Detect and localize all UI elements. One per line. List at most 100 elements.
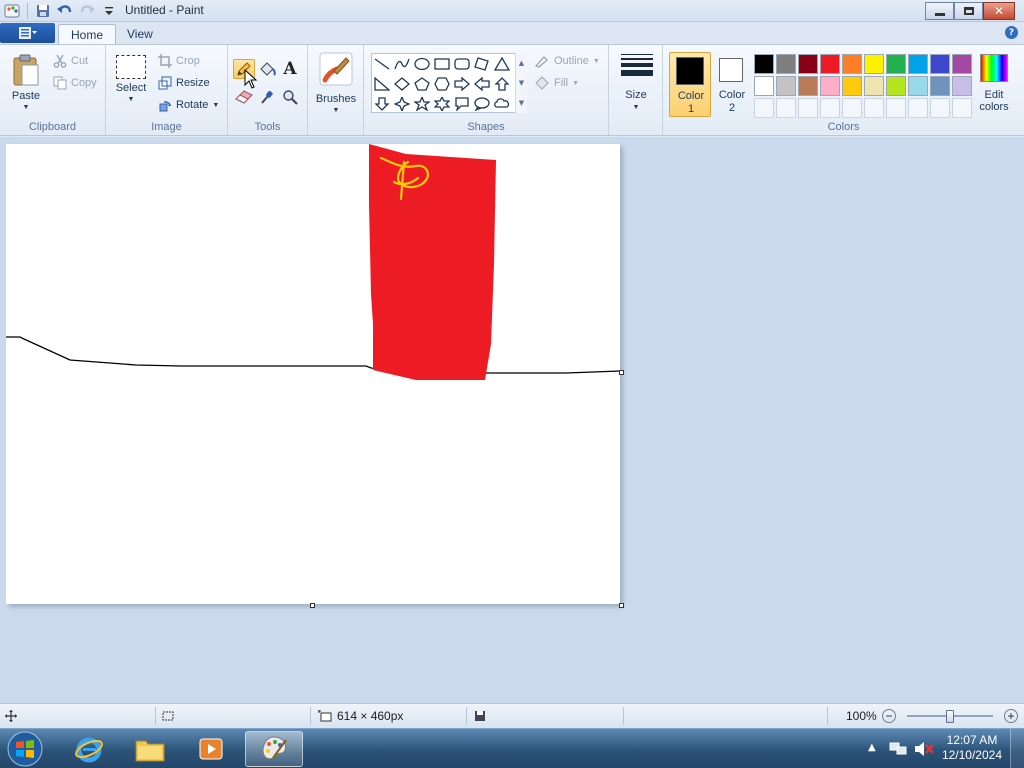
outline-button[interactable]: Outline ▼ (534, 54, 600, 68)
palette-swatch[interactable] (798, 54, 818, 74)
eraser-tool[interactable] (233, 87, 255, 107)
palette-swatch[interactable] (952, 54, 972, 74)
palette-swatch[interactable] (908, 54, 928, 74)
expand-gallery-icon[interactable]: ▼ (519, 99, 524, 107)
copy-button[interactable]: Copy (53, 76, 97, 90)
color2-button[interactable]: Color 2 (713, 52, 751, 117)
paste-button[interactable]: Paste ▼ (8, 53, 44, 114)
redo-icon[interactable] (77, 2, 97, 20)
right-triangle-shape-icon[interactable] (372, 74, 392, 93)
right-arrow-shape-icon[interactable] (452, 74, 472, 93)
custom-color-slot[interactable] (886, 98, 906, 118)
zoom-slider-thumb[interactable] (946, 710, 954, 723)
line-shape-icon[interactable] (372, 54, 392, 73)
palette-swatch[interactable] (864, 54, 884, 74)
resize-button[interactable]: Resize (158, 76, 210, 90)
oval-shape-icon[interactable] (412, 54, 432, 73)
hexagon-shape-icon[interactable] (432, 74, 452, 93)
color1-button[interactable]: Color 1 (669, 52, 711, 117)
zoom-in-button[interactable]: + (1004, 704, 1018, 728)
palette-swatch[interactable] (798, 76, 818, 96)
brushes-button[interactable]: Brushes ▼ (313, 52, 359, 117)
palette-swatch[interactable] (886, 76, 906, 96)
taskbar-internet-explorer[interactable] (60, 731, 118, 767)
canvas-resize-handle-bottom[interactable] (310, 603, 315, 608)
undo-icon[interactable] (55, 2, 75, 20)
rotate-button[interactable]: Rotate ▼ (158, 98, 219, 112)
left-arrow-shape-icon[interactable] (472, 74, 492, 93)
rectangle-shape-icon[interactable] (432, 54, 452, 73)
taskbar-media-player[interactable] (182, 731, 240, 767)
palette-swatch[interactable] (886, 54, 906, 74)
show-desktop-button[interactable] (1010, 729, 1024, 768)
edit-colors-button[interactable]: Edit colors (974, 54, 1014, 119)
cut-button[interactable]: Cut (53, 54, 88, 68)
drawing-canvas[interactable] (6, 144, 621, 604)
canvas-resize-handle-corner[interactable] (619, 603, 624, 608)
tab-home[interactable]: Home (58, 24, 117, 45)
volume-muted-icon[interactable] (914, 741, 934, 757)
paint-app-icon[interactable] (2, 2, 22, 20)
palette-swatch[interactable] (842, 54, 862, 74)
palette-swatch[interactable] (930, 54, 950, 74)
select-button[interactable]: Select ▼ (114, 55, 148, 106)
restore-button[interactable] (954, 2, 983, 20)
polygon-shape-icon[interactable] (472, 54, 492, 73)
scroll-up-icon[interactable]: ▲ (519, 59, 524, 67)
palette-swatch[interactable] (776, 76, 796, 96)
tab-view[interactable]: View (115, 24, 165, 45)
taskbar-paint[interactable] (245, 731, 303, 767)
canvas-resize-handle-right[interactable] (619, 370, 624, 375)
oval-callout-shape-icon[interactable] (472, 94, 492, 113)
fill-tool[interactable] (256, 59, 278, 79)
custom-color-slot[interactable] (908, 98, 928, 118)
start-button[interactable] (3, 730, 47, 768)
palette-swatch[interactable] (908, 76, 928, 96)
minimize-button[interactable] (925, 2, 954, 20)
paint-menu-button[interactable] (0, 23, 55, 43)
crop-button[interactable]: Crop (158, 54, 200, 68)
save-icon[interactable] (33, 2, 53, 20)
rounded-rectangle-shape-icon[interactable] (452, 54, 472, 73)
color-picker-tool[interactable] (256, 87, 278, 107)
six-point-star-shape-icon[interactable] (432, 94, 452, 113)
fill-button[interactable]: Fill ▼ (534, 76, 579, 90)
show-hidden-icons-button[interactable]: ▲ (868, 742, 876, 753)
custom-color-slot[interactable] (776, 98, 796, 118)
help-icon[interactable]: ? (1005, 26, 1018, 39)
custom-color-slot[interactable] (754, 98, 774, 118)
network-icon[interactable] (889, 741, 907, 757)
palette-swatch[interactable] (820, 76, 840, 96)
zoom-out-button[interactable]: − (882, 704, 896, 728)
text-tool[interactable]: A (279, 59, 301, 79)
four-point-star-shape-icon[interactable] (392, 94, 412, 113)
pentagon-shape-icon[interactable] (412, 74, 432, 93)
cloud-callout-shape-icon[interactable] (492, 94, 512, 113)
palette-swatch[interactable] (930, 76, 950, 96)
scroll-down-icon[interactable]: ▼ (519, 79, 524, 87)
system-clock[interactable]: 12:07 AM 12/10/2024 (942, 733, 1002, 763)
up-arrow-shape-icon[interactable] (492, 74, 512, 93)
custom-color-slot[interactable] (864, 98, 884, 118)
down-arrow-shape-icon[interactable] (372, 94, 392, 113)
custom-color-slot[interactable] (820, 98, 840, 118)
triangle-shape-icon[interactable] (492, 54, 512, 73)
five-point-star-shape-icon[interactable] (412, 94, 432, 113)
palette-swatch[interactable] (776, 54, 796, 74)
palette-swatch[interactable] (820, 54, 840, 74)
custom-color-slot[interactable] (842, 98, 862, 118)
taskbar-file-explorer[interactable] (121, 731, 179, 767)
palette-swatch[interactable] (952, 76, 972, 96)
curve-shape-icon[interactable] (392, 54, 412, 73)
customize-qat-icon[interactable] (99, 2, 119, 20)
shapes-scrollbar[interactable]: ▲ ▼ ▼ (515, 53, 527, 113)
size-group[interactable]: Size ▼ (609, 45, 663, 135)
custom-color-slot[interactable] (930, 98, 950, 118)
custom-color-slot[interactable] (952, 98, 972, 118)
palette-swatch[interactable] (864, 76, 884, 96)
diamond-shape-icon[interactable] (392, 74, 412, 93)
magnifier-tool[interactable] (279, 87, 301, 107)
rounded-callout-shape-icon[interactable] (452, 94, 472, 113)
palette-swatch[interactable] (842, 76, 862, 96)
palette-swatch[interactable] (754, 54, 774, 74)
